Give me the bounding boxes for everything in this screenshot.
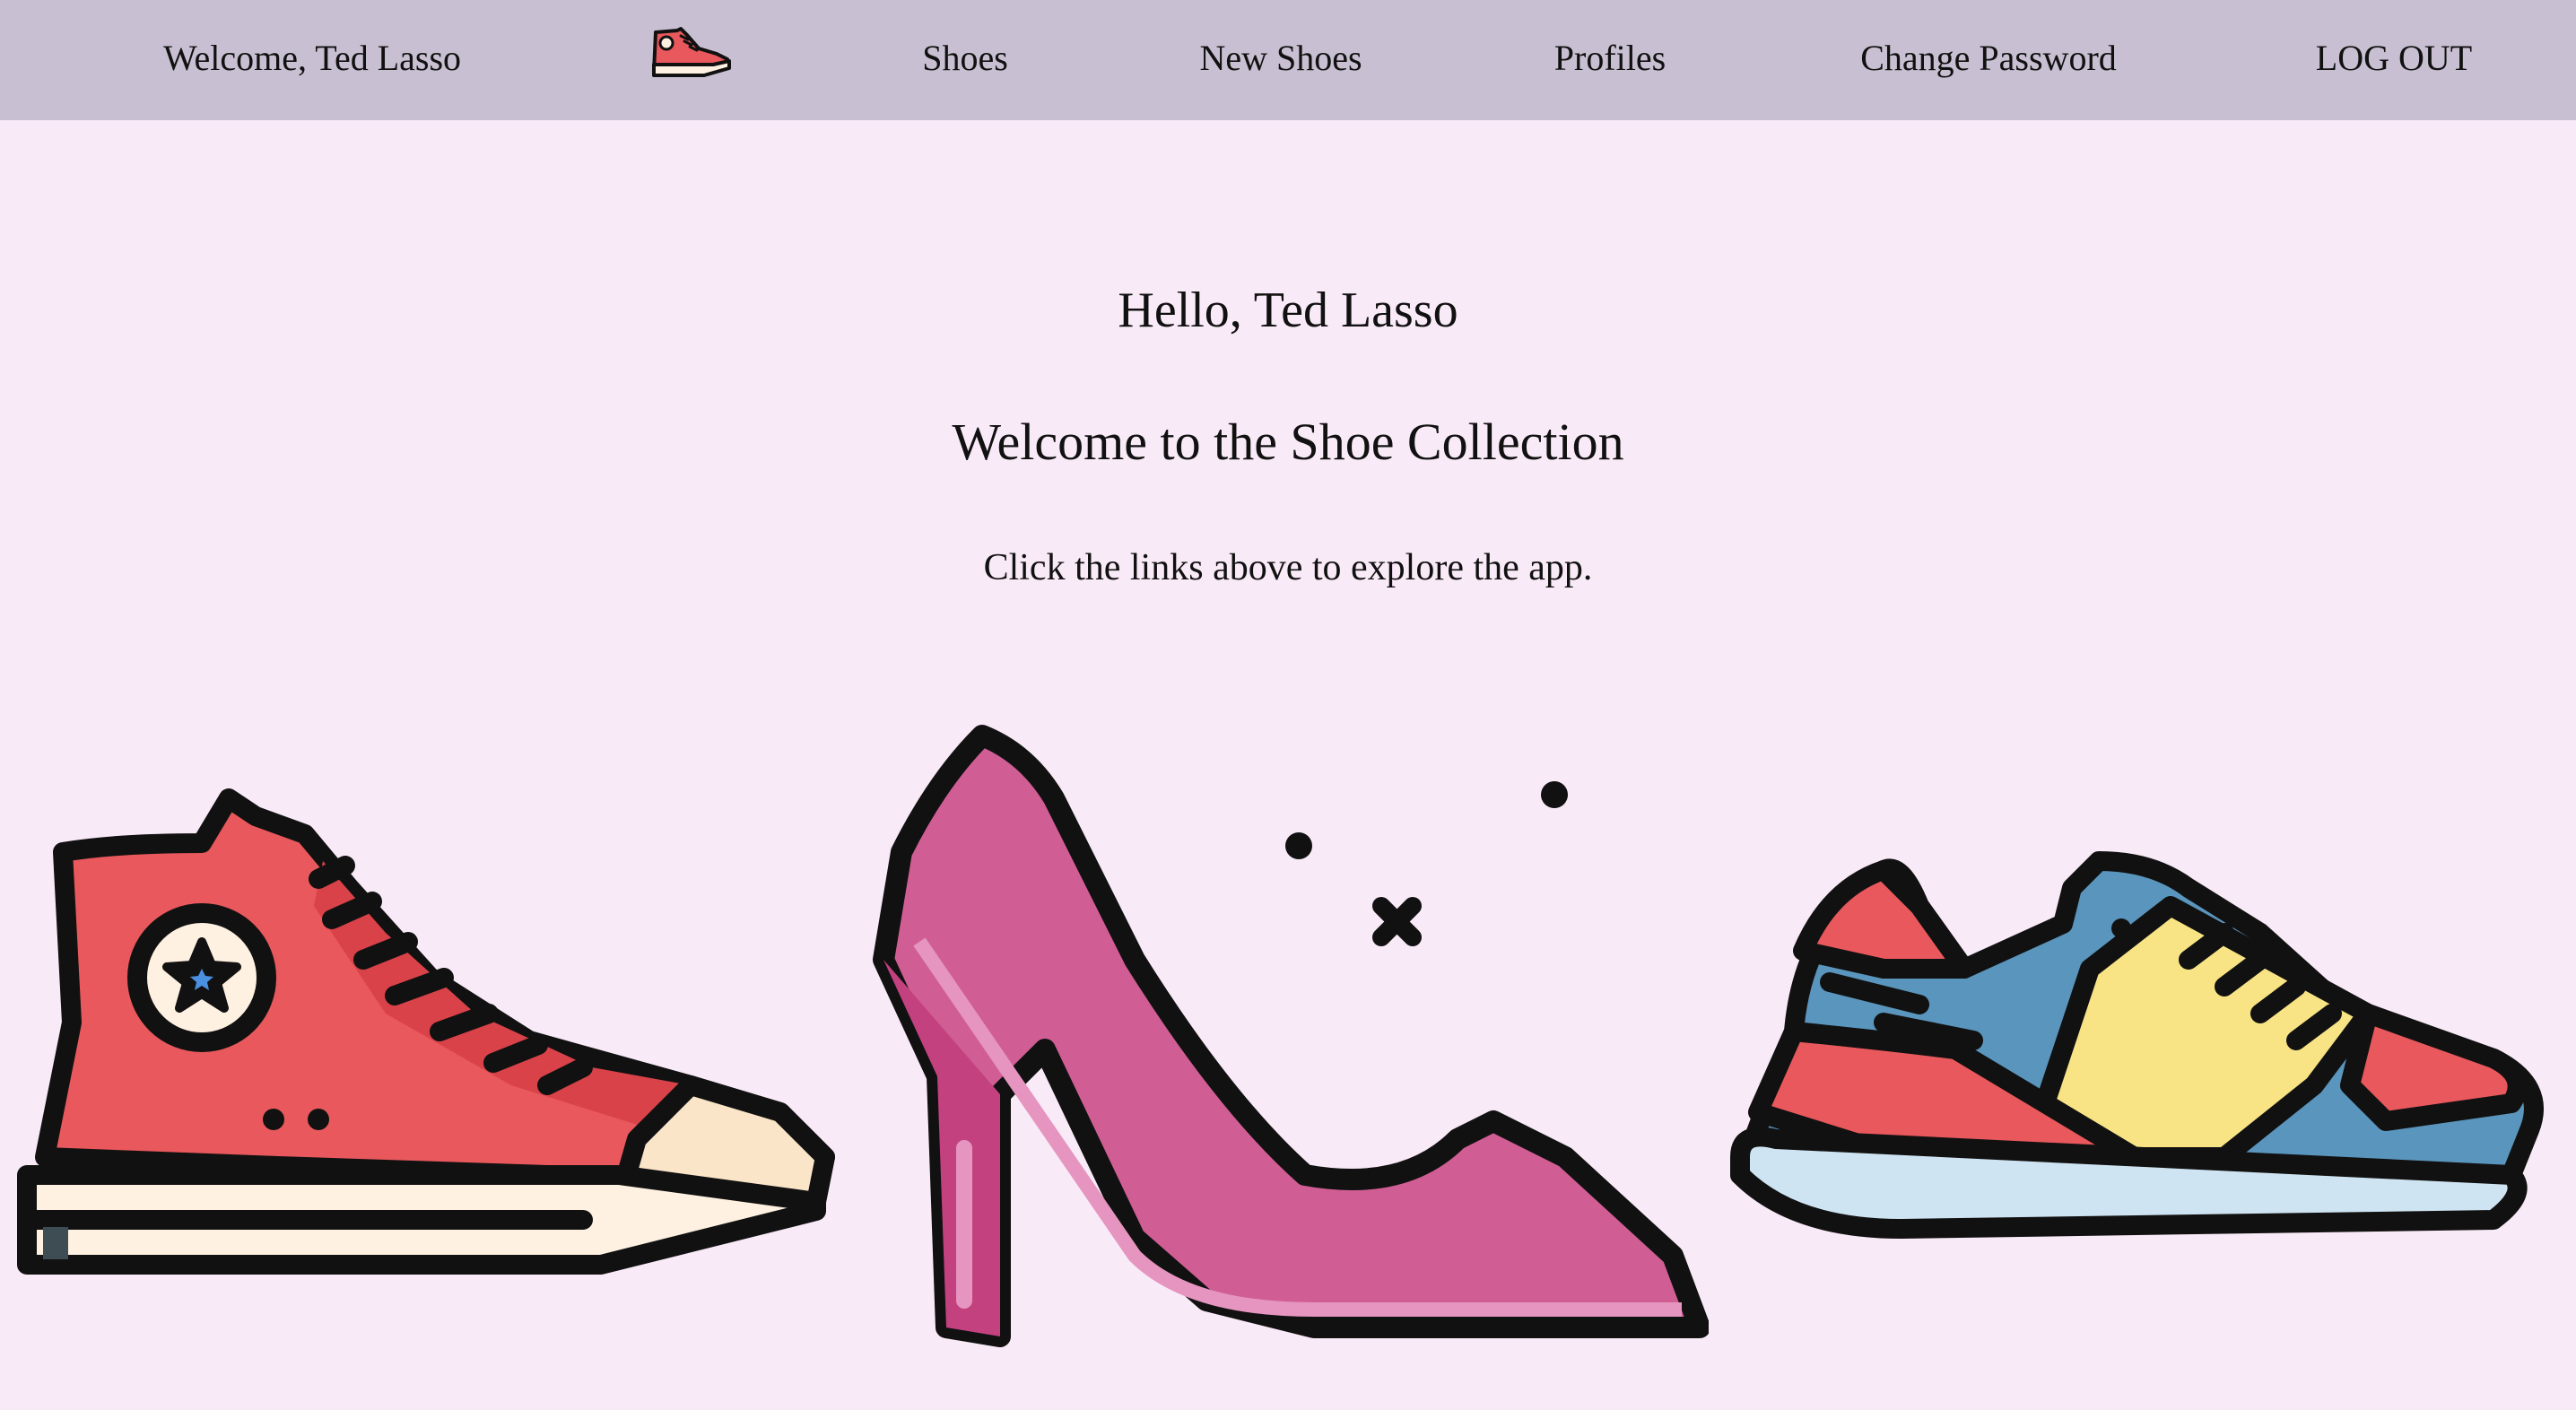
- nav-shoes-link[interactable]: Shoes: [922, 0, 1008, 120]
- nav-logout-link[interactable]: LOG OUT: [2316, 0, 2472, 120]
- high-top-sneaker-icon: [17, 788, 835, 1275]
- nav-change-password-link[interactable]: Change Password: [1860, 0, 2117, 120]
- page-title: Welcome to the Shoe Collection: [952, 413, 1624, 471]
- high-heel-icon: [873, 725, 1709, 1347]
- nav-profiles-link[interactable]: Profiles: [1554, 0, 1666, 120]
- nav-new-shoes-link[interactable]: New Shoes: [1199, 0, 1362, 120]
- sneaker-icon: [652, 27, 731, 77]
- running-shoe-icon: [1730, 851, 2544, 1239]
- greeting-heading: Hello, Ted Lasso: [1118, 283, 1458, 338]
- top-navbar: Welcome, Ted Lasso Shoes New Shoes Profi…: [0, 0, 2576, 120]
- nav-welcome-link[interactable]: Welcome, Ted Lasso: [163, 0, 461, 120]
- intro-text: Click the links above to explore the app…: [983, 547, 1593, 588]
- home-logo-link[interactable]: [650, 25, 735, 79]
